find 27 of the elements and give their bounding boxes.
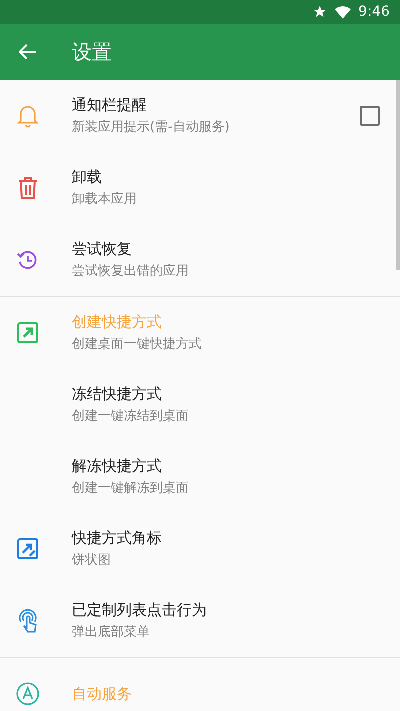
setting-title[interactable]: 卸载 (72, 168, 400, 187)
touch-icon (17, 608, 39, 634)
setting-title[interactable]: 快捷方式角标 (72, 529, 400, 548)
checkbox[interactable] (360, 106, 380, 126)
setting-title[interactable]: 尝试恢复 (72, 240, 400, 259)
status-time: 9:46 (358, 4, 390, 20)
setting-description: 尝试恢复出错的应用 (72, 263, 190, 280)
bell-icon (17, 104, 39, 128)
setting-description: 新装应用提示(需-自动服务) (72, 119, 231, 136)
setting-description: 创建桌面一键快捷方式 (72, 336, 203, 353)
shortcut-icon (17, 322, 39, 344)
setting-description: 卸载本应用 (72, 191, 138, 208)
wifi-icon (334, 6, 351, 18)
toolbar-title: 设置 (72, 38, 112, 66)
setting-description: 创建一键解冻到桌面 (72, 480, 190, 497)
star-icon (312, 5, 327, 19)
setting-description: 弹出底部菜单 (72, 624, 151, 641)
setting-description: 创建一键冻结到桌面 (72, 408, 190, 425)
setting-description: 饼状图 (72, 552, 112, 569)
back-arrow-icon[interactable] (19, 44, 37, 60)
shortcut-badge-icon (17, 538, 39, 560)
setting-title[interactable]: 冻结快捷方式 (72, 385, 400, 404)
trash-icon (18, 176, 38, 200)
setting-title[interactable]: 解冻快捷方式 (72, 457, 400, 476)
setting-title[interactable]: 已定制列表点击行为 (72, 601, 400, 620)
a-circle-icon (16, 682, 40, 706)
setting-title[interactable]: 通知栏提醒 (72, 96, 360, 115)
